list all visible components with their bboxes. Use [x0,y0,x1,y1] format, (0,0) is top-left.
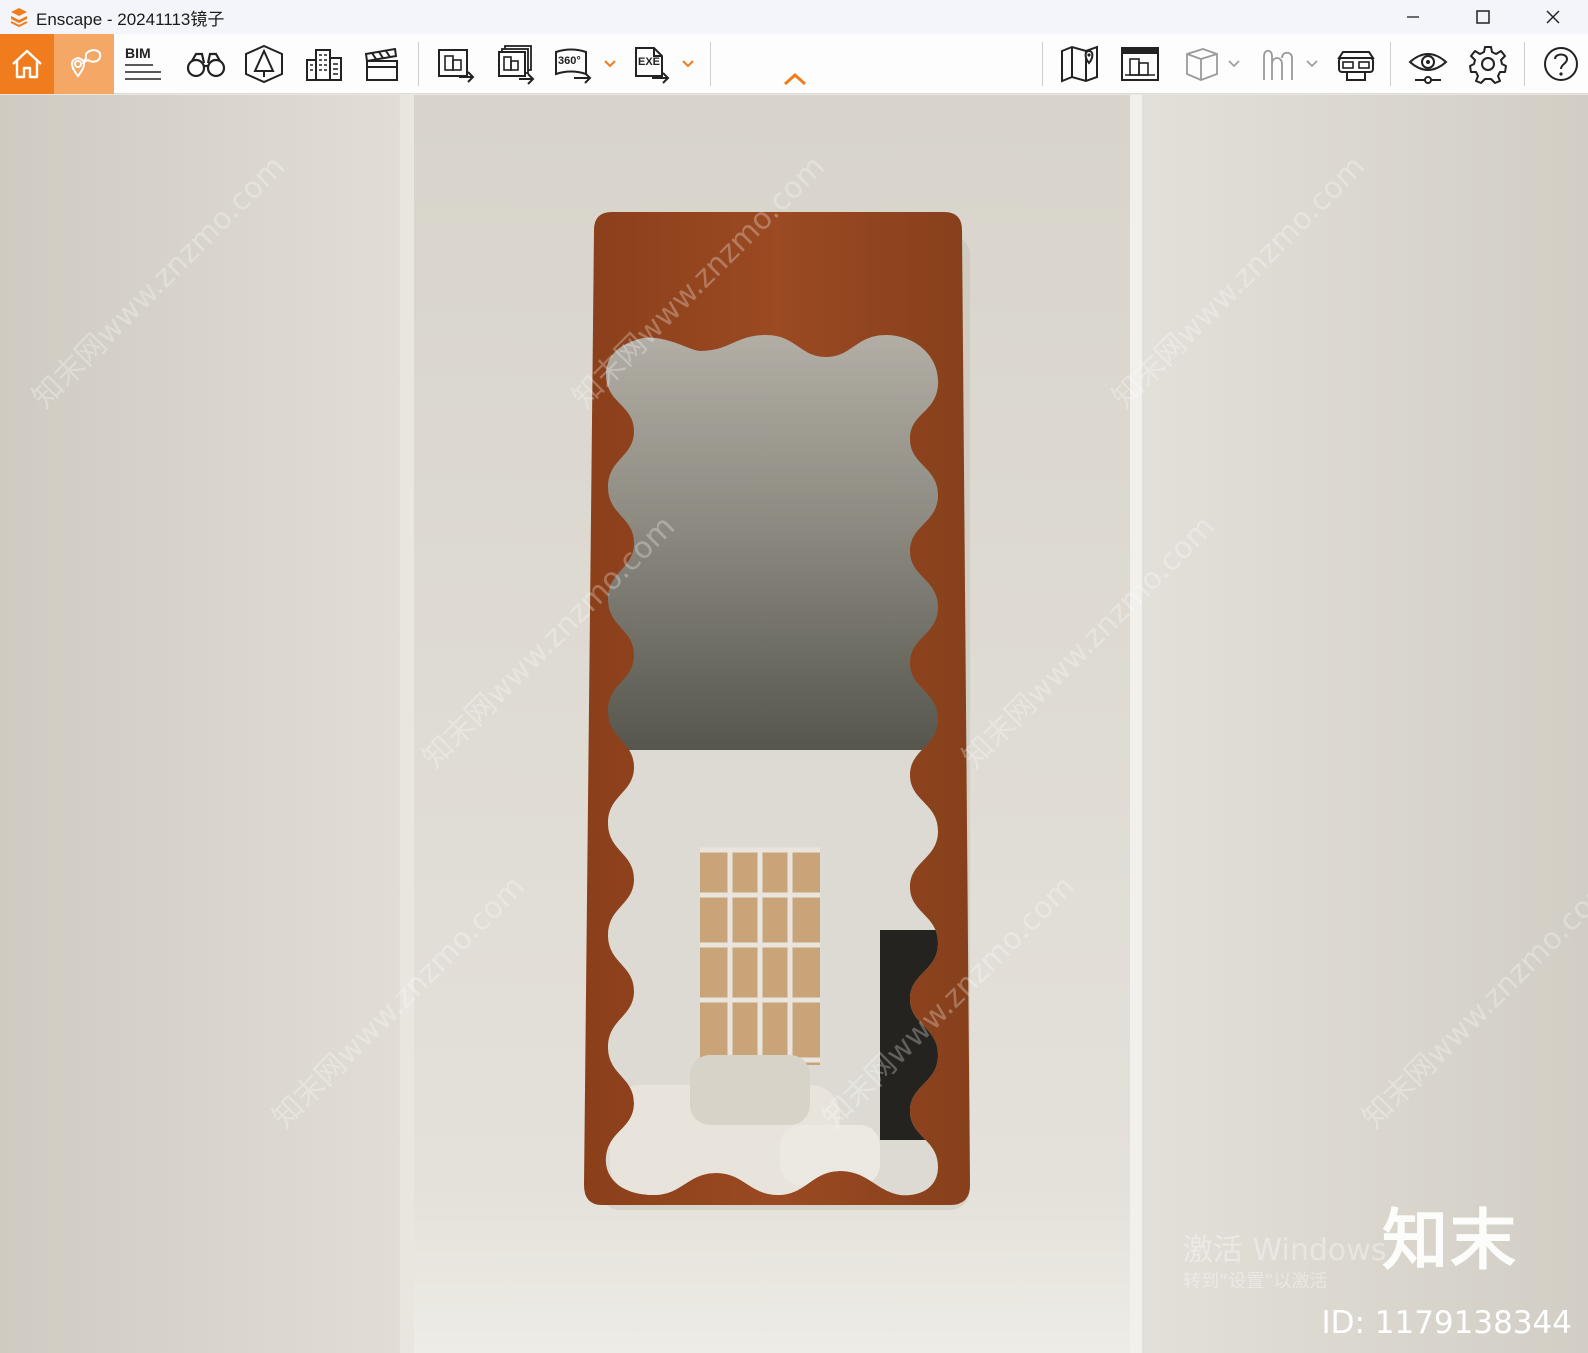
batch-render-button[interactable] [488,34,544,94]
minimize-button[interactable] [1378,0,1448,34]
panorama-dropdown[interactable] [600,34,620,94]
chevron-down-icon [682,60,694,68]
chevron-down-icon [1306,60,1318,68]
map-icon [1061,45,1098,83]
clapperboard-icon [364,47,398,81]
exe-label: EXE [638,56,661,68]
close-button[interactable] [1518,0,1588,34]
box-icon [1186,48,1218,81]
maximize-button[interactable] [1448,0,1518,34]
scene-render [0,95,1588,1353]
collapse-toolbar-button[interactable] [780,64,810,94]
bim-button[interactable]: BIM [118,34,168,94]
collapse-chevron-icon [783,72,807,86]
batch-export-icon [498,45,535,85]
bim-label: BIM [125,45,151,61]
exe-export-icon: EXE [630,44,672,84]
close-icon [1546,10,1560,24]
bim-icon [125,64,161,80]
settings-gear-icon [1469,46,1507,84]
vr-button[interactable] [1328,34,1384,94]
main-toolbar: BIM 360° EXE [0,34,1588,94]
site-context-button[interactable] [1112,34,1168,94]
home-icon [12,49,42,79]
panorama-button[interactable]: 360° [548,34,598,94]
exe-export-button[interactable]: EXE [626,34,676,94]
enscape-logo-icon [10,8,28,28]
walk-mode-button[interactable] [178,34,234,94]
site-context-icon [1121,47,1159,81]
binoculars-icon [186,52,226,78]
settings-button[interactable] [1460,34,1516,94]
panorama-360-icon: 360° [552,44,594,84]
activation-notice-subtitle: 转到“设置”以激活 [1183,1271,1328,1292]
perspective-icon [245,44,283,84]
screenshot-button[interactable] [428,34,484,94]
help-icon [1544,47,1578,81]
render-viewport[interactable]: 知末网www.znzmo.com 知末网www.znzmo.com 知末网www… [0,95,1588,1353]
toolbar-separator [1524,42,1525,86]
people-dropdown[interactable] [1304,34,1320,94]
buildings-button[interactable] [296,34,352,94]
maximize-icon [1476,10,1490,24]
asset-dropdown[interactable] [1226,34,1242,94]
chevron-down-icon [1228,60,1240,68]
views-button[interactable] [54,34,114,94]
exe-dropdown[interactable] [678,34,698,94]
home-button[interactable] [0,34,54,94]
activation-notice-title: 激活 Windows [1183,1233,1387,1268]
brand-logo-text: 知末 [1382,1202,1518,1279]
toolbar-separator [710,42,711,86]
asset-library-button[interactable] [1176,34,1226,94]
map-button[interactable] [1052,34,1108,94]
visual-settings-button[interactable] [1400,34,1456,94]
screenshot-export-icon [438,49,475,83]
window-controls [1378,0,1588,34]
chevron-down-icon [604,60,616,68]
image-id-label: ID: 1179138344 [1321,1305,1572,1341]
vr-headset-icon [1337,51,1375,81]
people-icon [1263,49,1293,80]
toolbar-separator [418,42,419,86]
panorama-label: 360° [558,55,581,67]
help-button[interactable] [1534,34,1588,94]
toolbar-separator [1042,42,1043,86]
people-button[interactable] [1254,34,1304,94]
map-pin-icon [71,49,102,78]
toolbar-separator [1390,42,1391,86]
title-bar: Enscape - 20241113镜子 [0,0,1588,34]
minimize-icon [1407,16,1419,18]
eye-icon [1408,53,1448,84]
video-editor-button[interactable] [354,34,410,94]
perspective-button[interactable] [236,34,292,94]
window-title: Enscape - 20241113镜子 [36,9,225,29]
buildings-icon [306,49,342,81]
